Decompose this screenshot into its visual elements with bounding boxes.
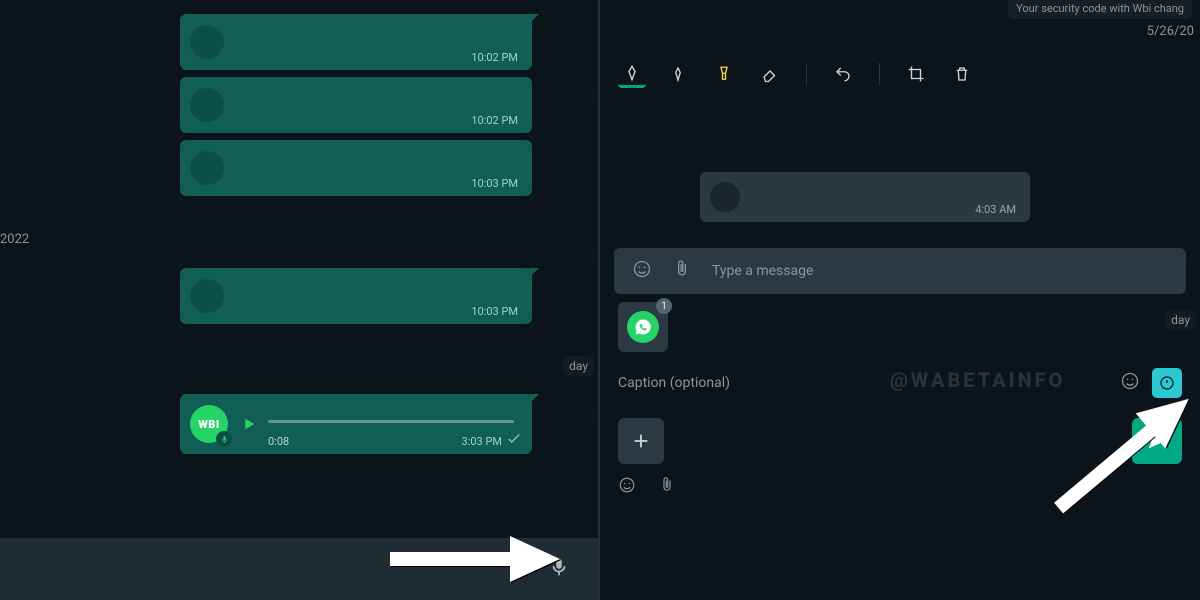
message-input-bar: Type a message	[614, 248, 1186, 294]
security-notice: Your security code with Wbi chang	[1008, 0, 1192, 19]
voice-elapsed-time: 0:08	[268, 435, 289, 448]
emoji-button[interactable]	[618, 476, 636, 498]
message-timestamp: 10:02 PM	[471, 51, 518, 64]
send-button[interactable]	[1132, 418, 1182, 464]
footer-icons	[618, 476, 676, 498]
voice-timestamp: 3:03 PM	[462, 435, 502, 448]
message-attachment-thumb	[190, 279, 224, 313]
pen-tool[interactable]	[618, 60, 646, 88]
toolbar-separator	[879, 63, 880, 85]
drawing-toolbar	[618, 56, 976, 92]
voice-message[interactable]: WBI 0:08 3:03 PM	[180, 394, 532, 454]
delete-button[interactable]	[948, 60, 976, 88]
attach-button[interactable]	[672, 259, 692, 283]
voice-waveform[interactable]	[268, 420, 514, 423]
whatsapp-logo-icon	[627, 311, 659, 343]
day-divider: day	[563, 356, 594, 376]
chat-column: 10:02 PM 10:02 PM 10:03 PM 2022 10:03 PM…	[0, 0, 598, 538]
message-timestamp: 10:02 PM	[471, 114, 518, 127]
date-divider: 5/26/20	[1147, 24, 1194, 39]
sent-message[interactable]: 10:03 PM	[180, 268, 532, 324]
delivered-tick-icon	[508, 429, 520, 448]
attach-button[interactable]	[658, 476, 676, 498]
attachment-thumbnail[interactable]: 1	[618, 302, 668, 352]
message-attachment-thumb	[190, 151, 224, 185]
date-divider: 2022	[0, 232, 29, 247]
undo-button[interactable]	[829, 60, 857, 88]
mic-badge-icon	[216, 431, 232, 447]
eraser-tool[interactable]	[756, 60, 784, 88]
sent-message[interactable]: 10:02 PM	[180, 77, 532, 133]
day-divider: day	[1165, 310, 1196, 330]
chat-panel: 10:02 PM 10:02 PM 10:03 PM 2022 10:03 PM…	[0, 0, 600, 600]
voice-sender-avatar: WBI	[190, 405, 228, 443]
message-timestamp: 10:03 PM	[471, 305, 518, 318]
message-attachment-thumb	[190, 25, 224, 59]
caption-input[interactable]: Caption (optional)	[618, 375, 1120, 391]
message-attachment-thumb	[190, 88, 224, 122]
avatar-label: WBI	[198, 418, 220, 431]
preview-thumb	[710, 182, 740, 212]
message-input[interactable]: Type a message	[712, 263, 813, 279]
emoji-button[interactable]	[1120, 371, 1140, 395]
send-row	[618, 416, 1182, 466]
preview-timestamp: 4:03 AM	[975, 203, 1016, 216]
sent-message[interactable]: 10:02 PM	[180, 14, 532, 70]
play-button[interactable]	[240, 415, 258, 433]
media-editor-panel: Your security code with Wbi chang 5/26/2…	[600, 0, 1200, 600]
toolbar-separator	[806, 63, 807, 85]
crop-tool[interactable]	[902, 60, 930, 88]
pen-thin-tool[interactable]	[664, 60, 692, 88]
caption-row: Caption (optional)	[618, 364, 1182, 402]
reply-preview[interactable]: 4:03 AM	[700, 172, 1030, 222]
compose-bar	[0, 538, 598, 600]
highlighter-tool[interactable]	[710, 60, 738, 88]
attachment-count-badge: 1	[656, 298, 672, 314]
add-media-button[interactable]	[618, 418, 664, 464]
sent-message[interactable]: 10:03 PM	[180, 140, 532, 196]
microphone-button[interactable]	[548, 556, 570, 582]
emoji-button[interactable]	[632, 259, 652, 283]
view-once-button[interactable]	[1152, 368, 1182, 398]
message-timestamp: 10:03 PM	[471, 177, 518, 190]
